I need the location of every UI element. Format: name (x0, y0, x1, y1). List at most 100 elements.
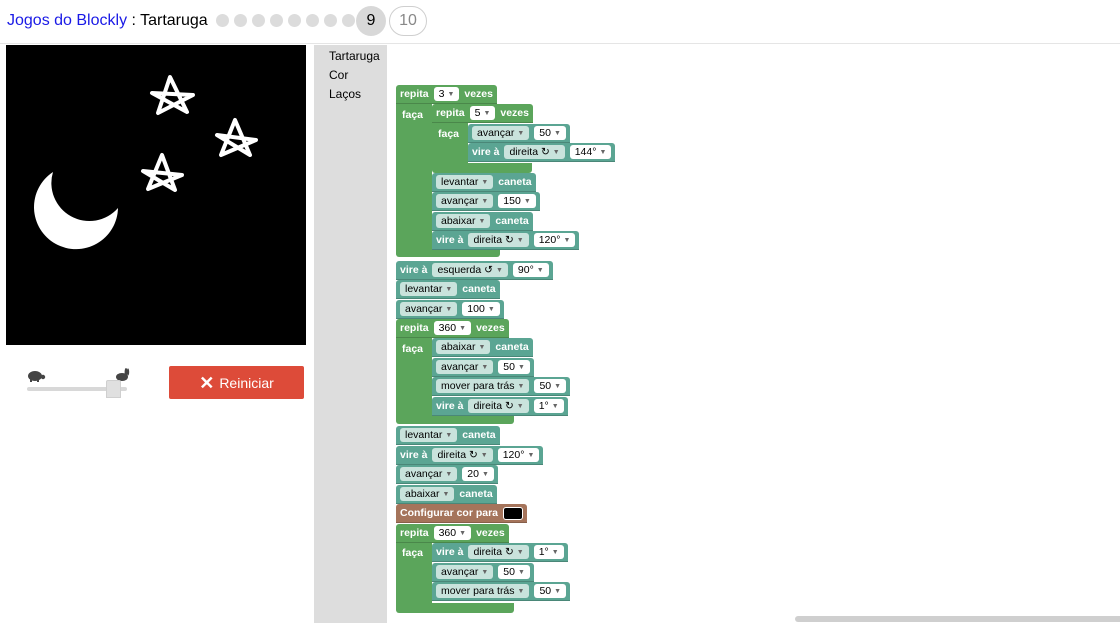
speed-thumb[interactable] (106, 380, 122, 398)
turn-direction-dropdown[interactable]: direita ↻ ▼ (468, 233, 529, 247)
move-direction-dropdown[interactable]: avançar ▼ (472, 126, 530, 140)
turn-angle-field[interactable]: 1° ▼ (533, 545, 564, 559)
turn-block[interactable]: vire à direita ↻ ▼ 144° ▼ (468, 143, 616, 162)
pen-block[interactable]: abaixar ▼ caneta (396, 485, 497, 504)
move-block[interactable]: mover para trás ▼ 50 ▼ (432, 377, 571, 396)
turn-angle-field[interactable]: 120° ▼ (533, 233, 576, 247)
blocks-workspace[interactable]: repita 3 ▼ vezes faça repita 5 ▼ vezes faç… (387, 45, 1120, 623)
move-direction-dropdown[interactable]: avançar ▼ (400, 302, 458, 316)
pen-state-dropdown[interactable]: levantar ▼ (400, 282, 458, 296)
level-dot-5[interactable] (288, 14, 301, 27)
level-dot-1[interactable] (216, 14, 229, 27)
pen-state-dropdown[interactable]: abaixar ▼ (436, 340, 491, 354)
level-dot-6[interactable] (306, 14, 319, 27)
repeat-block[interactable]: repita 5 ▼ vezes (432, 104, 533, 123)
toolbox-category-color[interactable]: Cor (314, 66, 387, 85)
turn-angle-field[interactable]: 1° ▼ (533, 399, 564, 413)
dropdown-arrow-icon: ▼ (445, 285, 453, 293)
move-amount-field[interactable]: 20 ▼ (462, 467, 494, 481)
pen-block[interactable]: abaixar ▼ caneta (432, 338, 533, 357)
move-block[interactable]: avançar ▼ 100 ▼ (396, 300, 504, 319)
move-block[interactable]: avançar ▼ 50 ▼ (432, 358, 534, 377)
level-dot-3[interactable] (252, 14, 265, 27)
turn-block[interactable]: vire à esquerda ↺ ▼ 90° ▼ (396, 261, 553, 280)
move-amount-field[interactable]: 150 ▼ (498, 194, 536, 208)
move-direction-dropdown[interactable]: avançar ▼ (400, 467, 458, 481)
dropdown-arrow-icon: ▼ (516, 236, 524, 244)
level-dot-8[interactable] (342, 14, 355, 27)
pen-state-dropdown[interactable]: levantar ▼ (436, 175, 494, 189)
repeat-keyword: repita (400, 527, 429, 539)
turn-block[interactable]: vire à direita ↻ ▼ 1° ▼ (432, 543, 568, 562)
repeat-block[interactable]: repita 360 ▼ vezes (396, 524, 509, 543)
next-level-badge[interactable]: 10 (389, 6, 427, 36)
toolbox-category-loops[interactable]: Laços (314, 85, 387, 104)
pen-state-value: abaixar (441, 341, 476, 353)
turn-angle-value: 120° (502, 449, 525, 461)
blockly-games-link[interactable]: Jogos do Blockly (7, 12, 127, 29)
level-dot-4[interactable] (270, 14, 283, 27)
turn-block[interactable]: vire à direita ↻ ▼ 120° ▼ (432, 231, 580, 250)
turn-angle-field[interactable]: 90° ▼ (512, 263, 549, 277)
turn-direction-dropdown[interactable]: direita ↻ ▼ (432, 448, 493, 462)
move-block[interactable]: avançar ▼ 150 ▼ (432, 192, 540, 211)
speed-slider[interactable] (24, 366, 136, 400)
pen-block[interactable]: levantar ▼ caneta (396, 426, 500, 445)
dropdown-arrow-icon: ▼ (481, 197, 489, 205)
repeat-block[interactable]: repita 3 ▼ vezes (396, 85, 497, 104)
repeat-count-field[interactable]: 3 ▼ (433, 87, 460, 101)
move-amount-field[interactable]: 50 ▼ (498, 360, 530, 374)
pen-state-dropdown[interactable]: abaixar ▼ (400, 487, 455, 501)
move-amount-field[interactable]: 50 ▼ (498, 565, 530, 579)
pen-state-dropdown[interactable]: levantar ▼ (400, 428, 458, 442)
move-direction-value: mover para trás (441, 380, 515, 392)
dropdown-arrow-icon: ▼ (516, 402, 524, 410)
repeat-count-field[interactable]: 360 ▼ (433, 321, 472, 335)
move-direction-dropdown[interactable]: avançar ▼ (436, 565, 494, 579)
move-direction-dropdown[interactable]: avançar ▼ (436, 360, 494, 374)
move-block[interactable]: avançar ▼ 50 ▼ (432, 563, 534, 582)
pen-block[interactable]: levantar ▼ caneta (432, 173, 536, 192)
level-dot-2[interactable] (234, 14, 247, 27)
pen-block[interactable]: levantar ▼ caneta (396, 280, 500, 299)
move-direction-value: mover para trás (441, 585, 515, 597)
level-dot-7[interactable] (324, 14, 337, 27)
dropdown-arrow-icon: ▼ (552, 148, 560, 156)
move-amount-field[interactable]: 50 ▼ (534, 379, 567, 393)
workspace-scrollbar[interactable] (795, 616, 1120, 622)
pen-state-dropdown[interactable]: abaixar ▼ (436, 214, 491, 228)
repeat-block[interactable]: repita 360 ▼ vezes (396, 319, 509, 338)
turn-direction-dropdown[interactable]: esquerda ↺ ▼ (432, 263, 508, 277)
set-color-block[interactable]: Configurar cor para (396, 504, 528, 523)
current-level-badge[interactable]: 9 (356, 6, 386, 36)
repeat-count-field[interactable]: 360 ▼ (433, 526, 472, 540)
turn-direction-dropdown[interactable]: direita ↻ ▼ (504, 145, 565, 159)
move-amount-field[interactable]: 100 ▼ (462, 302, 500, 316)
repeat-keyword: repita (436, 107, 465, 119)
reset-button[interactable]: ✕ Reiniciar (169, 366, 304, 399)
move-direction-dropdown[interactable]: mover para trás ▼ (436, 379, 530, 393)
move-amount-field[interactable]: 50 ▼ (534, 126, 566, 140)
move-direction-dropdown[interactable]: mover para trás ▼ (436, 584, 530, 598)
turn-direction-value: esquerda ↺ (437, 264, 493, 276)
turn-block[interactable]: vire à direita ↻ ▼ 120° ▼ (396, 446, 544, 465)
turn-direction-value: direita ↻ (509, 146, 550, 158)
pen-block[interactable]: abaixar ▼ caneta (432, 212, 533, 231)
move-block[interactable]: avançar ▼ 50 ▼ (468, 124, 570, 143)
turn-keyword: vire à (436, 400, 464, 412)
repeat-count-value: 5 (474, 107, 481, 119)
move-block[interactable]: avançar ▼ 20 ▼ (396, 465, 498, 484)
turn-angle-field[interactable]: 120° ▼ (497, 448, 540, 462)
move-block[interactable]: mover para trás ▼ 50 ▼ (432, 582, 571, 601)
toolbox-category-turtle[interactable]: Tartaruga (314, 47, 387, 66)
turn-direction-dropdown[interactable]: direita ↻ ▼ (468, 545, 529, 559)
move-amount-field[interactable]: 50 ▼ (534, 584, 567, 598)
turn-angle-value: 1° (538, 546, 549, 558)
turn-angle-field[interactable]: 144° ▼ (569, 145, 612, 159)
turn-direction-dropdown[interactable]: direita ↻ ▼ (468, 399, 529, 413)
star-shape (215, 118, 258, 157)
move-direction-dropdown[interactable]: avançar ▼ (436, 194, 494, 208)
color-swatch[interactable] (503, 506, 524, 520)
repeat-count-field[interactable]: 5 ▼ (469, 106, 496, 120)
turn-block[interactable]: vire à direita ↻ ▼ 1° ▼ (432, 397, 568, 416)
